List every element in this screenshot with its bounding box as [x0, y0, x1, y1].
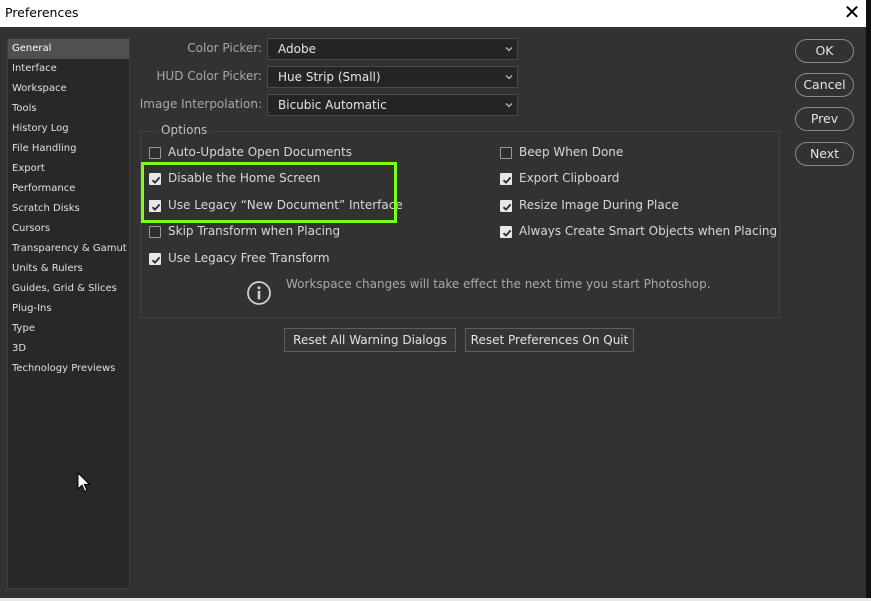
checkbox-box[interactable] — [149, 226, 161, 238]
checkbox-label: Auto-Update Open Documents — [168, 145, 352, 159]
image-interpolation-label: Image Interpolation: — [139, 97, 262, 111]
title-bar: Preferences ✕ — [0, 0, 866, 27]
checkbox-box[interactable] — [149, 253, 161, 265]
color-picker-label: Color Picker: — [187, 41, 262, 55]
checkbox-box[interactable] — [500, 173, 512, 185]
reset-all-warning-dialogs-button[interactable]: Reset All Warning Dialogs — [284, 328, 456, 352]
checkbox-box[interactable] — [500, 226, 512, 238]
options-group-title: Options — [157, 123, 212, 137]
dialog-body: General Interface Workspace Tools Histor… — [0, 27, 866, 598]
checkbox-box[interactable] — [149, 147, 161, 159]
chevron-down-icon — [505, 75, 513, 80]
sidebar-item-3d[interactable]: 3D — [8, 339, 129, 359]
chevron-down-icon — [505, 103, 513, 108]
window-edge-right — [866, 0, 871, 601]
sidebar-item-general[interactable]: General — [8, 39, 129, 59]
info-icon — [247, 281, 271, 305]
mouse-pointer-icon — [77, 472, 91, 493]
color-picker-value: Adobe — [278, 42, 316, 56]
sidebar-item-type[interactable]: Type — [8, 319, 129, 339]
sidebar-item-performance[interactable]: Performance — [8, 179, 129, 199]
sidebar-item-technology-previews[interactable]: Technology Previews — [8, 359, 129, 379]
hud-color-picker-dropdown[interactable]: Hue Strip (Small) — [267, 66, 518, 88]
sidebar-item-interface[interactable]: Interface — [8, 59, 129, 79]
checkmark-icon — [502, 176, 512, 184]
checkbox-label: Export Clipboard — [519, 171, 620, 185]
sidebar-item-file-handling[interactable]: File Handling — [8, 139, 129, 159]
checkbox-label: Skip Transform when Placing — [168, 224, 341, 238]
image-interpolation-value: Bicubic Automatic — [278, 98, 387, 112]
sidebar-item-history-log[interactable]: History Log — [8, 119, 129, 139]
image-interpolation-dropdown[interactable]: Bicubic Automatic — [267, 94, 518, 116]
checkbox-box[interactable] — [500, 147, 512, 159]
sidebar-item-tools[interactable]: Tools — [8, 99, 129, 119]
sidebar-item-cursors[interactable]: Cursors — [8, 219, 129, 239]
close-icon[interactable]: ✕ — [843, 2, 861, 22]
next-button[interactable]: Next — [795, 142, 854, 166]
sidebar-item-export[interactable]: Export — [8, 159, 129, 179]
reset-preferences-on-quit-button[interactable]: Reset Preferences On Quit — [465, 328, 634, 352]
sidebar-item-units-rulers[interactable]: Units & Rulers — [8, 259, 129, 279]
checkbox-label: Resize Image During Place — [519, 198, 679, 212]
cancel-button[interactable]: Cancel — [795, 73, 854, 97]
sidebar-item-scratch-disks[interactable]: Scratch Disks — [8, 199, 129, 219]
window-title: Preferences — [5, 5, 79, 20]
prev-button[interactable]: Prev — [795, 107, 854, 131]
ok-button[interactable]: OK — [795, 39, 854, 63]
sidebar-item-transparency-gamut[interactable]: Transparency & Gamut — [8, 239, 129, 259]
info-message: Workspace changes will take effect the n… — [286, 277, 711, 291]
hud-color-picker-value: Hue Strip (Small) — [278, 70, 381, 84]
checkmark-icon — [151, 256, 161, 264]
checkmark-icon — [502, 203, 512, 211]
checkbox-label: Always Create Smart Objects when Placing — [519, 224, 778, 238]
checkmark-icon — [502, 229, 512, 237]
checkbox-label: Use Legacy Free Transform — [168, 251, 330, 265]
color-picker-dropdown[interactable]: Adobe — [267, 38, 518, 60]
annotation-highlight-box — [141, 162, 397, 223]
sidebar-item-workspace[interactable]: Workspace — [8, 79, 129, 99]
checkbox-label: Beep When Done — [519, 145, 624, 159]
chevron-down-icon — [505, 47, 513, 52]
hud-color-picker-label: HUD Color Picker: — [156, 69, 262, 83]
checkbox-box[interactable] — [500, 200, 512, 212]
sidebar-item-guides-grid-slices[interactable]: Guides, Grid & Slices — [8, 279, 129, 299]
sidebar-item-plug-ins[interactable]: Plug-Ins — [8, 299, 129, 319]
category-list: General Interface Workspace Tools Histor… — [7, 38, 130, 589]
